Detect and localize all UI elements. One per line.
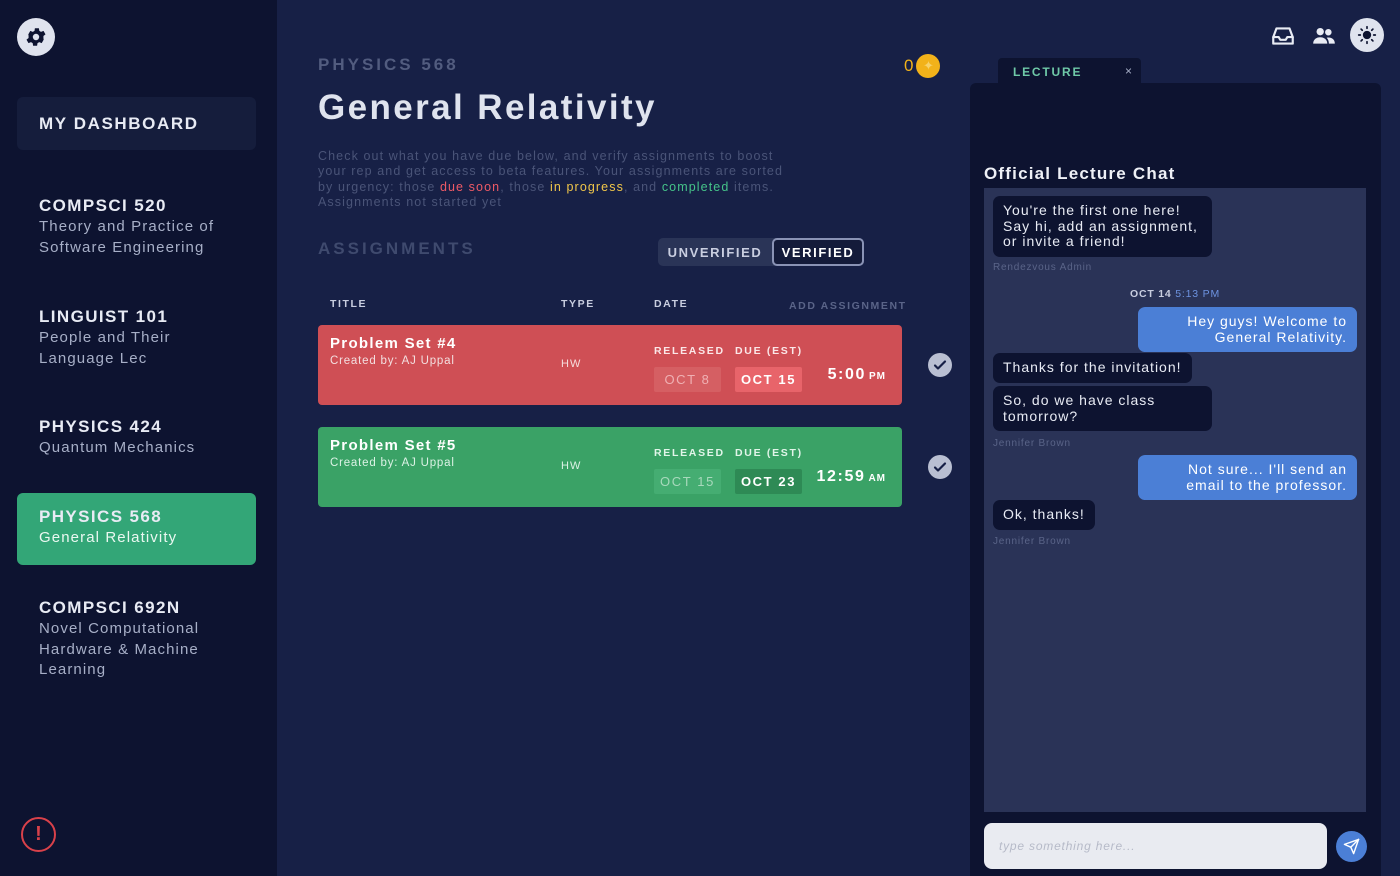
course-code: COMPSCI 692N — [39, 598, 181, 617]
chat-message: Not sure... I'll send an email to the pr… — [1138, 455, 1357, 500]
course-name: Quantum Mechanics — [39, 439, 196, 456]
sidebar-course-physics-424[interactable]: PHYSICS 424 Quantum Mechanics — [17, 409, 256, 467]
chat-input[interactable] — [984, 823, 1327, 869]
send-icon — [1343, 838, 1360, 855]
column-header-type: TYPE — [561, 298, 595, 310]
due-date: OCT 15 — [735, 367, 802, 392]
page-title: General Relativity — [318, 88, 657, 127]
my-dashboard-button[interactable]: MY DASHBOARD — [17, 97, 256, 150]
assignment-card[interactable]: Problem Set #4 Created by: AJ Uppal HW R… — [318, 325, 902, 405]
assignments-heading: ASSIGNMENTS — [318, 239, 476, 258]
due-time: 5:00 PM — [827, 366, 886, 383]
verify-check-button[interactable] — [928, 455, 952, 479]
settings-button[interactable] — [17, 18, 55, 56]
verification-toggle: UNVERIFIED VERIFIED — [658, 238, 864, 266]
course-name: People and Their Language Lec — [39, 329, 171, 367]
course-code: PHYSICS 568 — [39, 507, 163, 526]
due-soon-label: due soon — [439, 179, 501, 194]
chat-message: You're the first one here! Say hi, add a… — [993, 196, 1212, 257]
chat-message: Thanks for the invitation! — [993, 353, 1192, 383]
rep-count: 0 — [904, 56, 914, 75]
verified-toggle-option[interactable]: VERIFIED — [772, 238, 864, 266]
chat-message: So, do we have class tomorrow? — [993, 386, 1212, 431]
coin-icon: ✦ — [916, 54, 941, 78]
course-code: COMPSCI 520 — [39, 196, 167, 215]
released-label: RELEASED — [654, 447, 725, 459]
course-code-heading: PHYSICS 568 — [318, 55, 459, 74]
verify-check-button[interactable] — [928, 353, 952, 377]
assignment-creator: Created by: AJ Uppal — [330, 457, 455, 469]
due-time: 12:59 AM — [816, 468, 886, 485]
chat-title: Official Lecture Chat — [984, 164, 1176, 183]
course-name: Novel Computational Hardware & Machine L… — [39, 620, 200, 678]
chat-message: Ok, thanks! — [993, 500, 1095, 530]
friends-button[interactable] — [1308, 20, 1340, 52]
released-label: RELEASED — [654, 345, 725, 357]
theme-toggle-button[interactable] — [1350, 18, 1384, 52]
check-icon — [933, 360, 947, 370]
message-sender: Jennifer Brown — [993, 438, 1071, 449]
add-assignment-button[interactable]: ADD ASSIGNMENT — [789, 300, 907, 312]
sidebar-course-compsci-692n[interactable]: COMPSCI 692N Novel Computational Hardwar… — [17, 590, 256, 689]
course-name: Theory and Practice of Software Engineer… — [39, 218, 215, 256]
sidebar-course-physics-568[interactable]: PHYSICS 568 General Relativity — [17, 493, 256, 565]
gear-icon — [26, 28, 46, 46]
column-header-date: DATE — [654, 298, 689, 310]
completed-label: completed — [661, 179, 730, 194]
lecture-tab[interactable]: LECTURE × — [998, 58, 1141, 86]
close-icon[interactable]: × — [1125, 64, 1132, 78]
check-icon — [933, 462, 947, 472]
lecture-tab-label: LECTURE — [1013, 65, 1083, 79]
inbox-button[interactable] — [1267, 20, 1299, 52]
chat-date-divider: OCT 14 5:13 PM — [1130, 288, 1220, 300]
column-header-title: TITLE — [330, 298, 368, 310]
alert-button[interactable]: ! — [21, 817, 56, 852]
sidebar-course-compsci-520[interactable]: COMPSCI 520 Theory and Practice of Softw… — [17, 188, 256, 266]
assignment-card[interactable]: Problem Set #5 Created by: AJ Uppal HW R… — [318, 427, 902, 507]
chat-message: Hey guys! Welcome to General Relativity. — [1138, 307, 1357, 352]
sidebar-course-linguist-101[interactable]: LINGUIST 101 People and Their Language L… — [17, 299, 256, 377]
released-date: OCT 15 — [654, 469, 721, 494]
send-button[interactable] — [1336, 831, 1367, 862]
unverified-toggle-option[interactable]: UNVERIFIED — [658, 238, 772, 266]
exclamation-icon: ! — [35, 823, 42, 845]
users-icon — [1313, 27, 1335, 44]
assignment-title: Problem Set #4 — [330, 335, 457, 352]
due-date: OCT 23 — [735, 469, 802, 494]
description: Check out what you have due below, and v… — [318, 149, 784, 210]
assignment-type: HW — [561, 358, 582, 370]
message-sender: Rendezvous Admin — [993, 262, 1092, 273]
released-date: OCT 8 — [654, 367, 721, 392]
course-name: General Relativity — [39, 529, 178, 546]
course-code: PHYSICS 424 — [39, 417, 163, 436]
message-sender: Jennifer Brown — [993, 536, 1071, 547]
assignment-type: HW — [561, 460, 582, 472]
inbox-icon — [1272, 27, 1294, 45]
due-label: DUE (EST) — [735, 345, 803, 357]
sidebar: MY DASHBOARD COMPSCI 520 Theory and Prac… — [0, 0, 277, 876]
due-label: DUE (EST) — [735, 447, 803, 459]
assignment-creator: Created by: AJ Uppal — [330, 355, 455, 367]
rep-counter: 0 ✦ — [904, 54, 941, 78]
sun-icon — [1357, 25, 1377, 45]
course-code: LINGUIST 101 — [39, 307, 169, 326]
assignment-title: Problem Set #5 — [330, 437, 457, 454]
in-progress-label: in progress — [550, 179, 624, 194]
